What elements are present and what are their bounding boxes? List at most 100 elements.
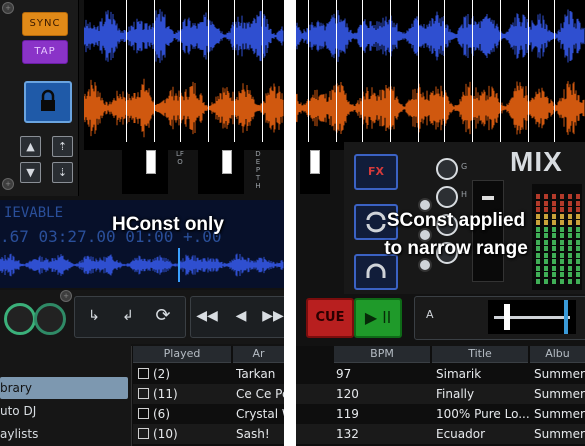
vu-segment [576, 213, 580, 219]
artist-cell: Sash! [236, 427, 270, 441]
vu-segment [568, 278, 572, 284]
row-checkbox[interactable] [138, 428, 149, 439]
vu-segment [552, 207, 556, 212]
cue-button[interactable]: CUE [306, 298, 354, 338]
table-row[interactable]: (11) [138, 384, 233, 404]
column-header-album[interactable]: Albu [530, 346, 585, 363]
kill-low-button[interactable] [418, 258, 432, 272]
annotation-right-line2: to narrow range [384, 238, 528, 259]
fx-button[interactable]: FX [354, 154, 398, 190]
lock-icon [41, 89, 55, 111]
vu-segment [552, 278, 556, 284]
row-checkbox[interactable] [138, 408, 149, 419]
pitch-up-button[interactable]: ▲ [20, 136, 41, 157]
lock-button[interactable] [24, 81, 72, 123]
vu-segment [560, 200, 564, 206]
eq-high-knob[interactable] [436, 186, 458, 208]
vu-segment [568, 246, 572, 251]
pitch-down-button[interactable]: ▼ [20, 162, 41, 183]
vu-segment [536, 200, 540, 206]
vu-segment [552, 233, 556, 238]
tap-button[interactable]: TAP [22, 40, 68, 64]
vu-segment [560, 194, 564, 199]
overview-waveform[interactable] [0, 248, 284, 282]
vu-segment [544, 278, 548, 284]
sidebar-item-library[interactable]: brary [0, 377, 128, 399]
vu-segment [552, 246, 556, 251]
beat-line [336, 0, 337, 142]
column-header-artist[interactable]: Ar [233, 346, 284, 363]
lfo-label: LFO [176, 150, 184, 166]
effect-slider[interactable] [300, 142, 330, 194]
slider-knob[interactable] [310, 150, 320, 174]
vu-segment [576, 233, 580, 238]
beat-line [180, 0, 181, 142]
deck-button-left[interactable] [4, 303, 36, 335]
right-deck-panel: FX G H M L MIX CUE ▶ ll A BPM Title Albu… [296, 0, 585, 446]
rewind-button[interactable]: ◀◀ [194, 301, 220, 331]
slider-knob[interactable] [222, 150, 232, 174]
gain-knob[interactable] [436, 158, 458, 180]
vu-segment [560, 233, 564, 238]
column-header-title[interactable]: Title [432, 346, 528, 363]
library-sidebar: brary uto DJ aylists [0, 344, 131, 446]
table-row[interactable]: (2) [138, 364, 233, 384]
channel-a-label: A [426, 308, 434, 321]
vu-segment [568, 233, 572, 238]
vu-segment [568, 239, 572, 245]
fast-forward-button[interactable]: ▶▶ [262, 301, 284, 331]
sidebar-item-playlists[interactable]: aylists [0, 423, 128, 445]
play-pause-button[interactable]: ▶ ll [354, 298, 402, 338]
row-checkbox[interactable] [138, 388, 149, 399]
slider-knob[interactable] [146, 150, 156, 174]
column-header-played[interactable]: Played [133, 346, 231, 363]
vu-segment [568, 207, 572, 212]
bpm-cell: 132 [336, 427, 359, 441]
beat-line [444, 0, 445, 142]
vu-segment [576, 259, 580, 264]
beat-line [472, 0, 473, 142]
annotation-right-line1: SConst applied [386, 210, 526, 231]
pitch-bend-down-button[interactable]: ⇣ [52, 162, 73, 183]
reloop-button[interactable]: ⟳ [148, 301, 178, 331]
vu-segment [568, 252, 572, 258]
vu-segment [568, 259, 572, 264]
vu-segment [552, 272, 556, 277]
title-cell: Ecuador [436, 427, 486, 441]
vu-segment [536, 265, 540, 271]
sync-button[interactable]: SYNC [22, 12, 68, 36]
depth-slider[interactable] [198, 142, 244, 194]
beat-markers [296, 0, 585, 150]
vu-segment [552, 213, 556, 219]
vu-segment [552, 265, 556, 271]
table-row[interactable]: (6) [138, 404, 233, 424]
loop-out-button[interactable]: ↲ [114, 301, 142, 331]
vu-meter [532, 184, 582, 290]
crossfader-handle[interactable] [504, 304, 510, 330]
beat-line [208, 0, 209, 142]
channel-indicator [564, 300, 568, 334]
beat-line [362, 0, 363, 142]
played-cell: (11) [153, 387, 178, 401]
played-cell: (10) [153, 427, 178, 441]
track-title-text: IEVABLE [4, 205, 64, 221]
app-logo: MIX [510, 146, 563, 177]
vu-segment [560, 207, 564, 212]
beat-line [500, 0, 501, 142]
vu-segment [576, 265, 580, 271]
pitch-bend-up-button[interactable]: ⇡ [52, 136, 73, 157]
pitch-mark [482, 196, 494, 200]
column-header-bpm[interactable]: BPM [334, 346, 430, 363]
beat-line [234, 0, 235, 142]
table-row[interactable]: (10) [138, 424, 233, 444]
vu-segment [560, 252, 564, 258]
vu-segment [568, 213, 572, 219]
loop-in-button[interactable]: ↳ [80, 301, 108, 331]
deck-button-right[interactable] [34, 303, 66, 335]
vu-segment [560, 226, 564, 232]
row-checkbox[interactable] [138, 368, 149, 379]
sidebar-item-auto-dj[interactable]: uto DJ [0, 400, 128, 422]
vu-segment [568, 265, 572, 271]
lfo-slider[interactable] [122, 142, 168, 194]
back-button[interactable]: ◀ [228, 301, 254, 331]
